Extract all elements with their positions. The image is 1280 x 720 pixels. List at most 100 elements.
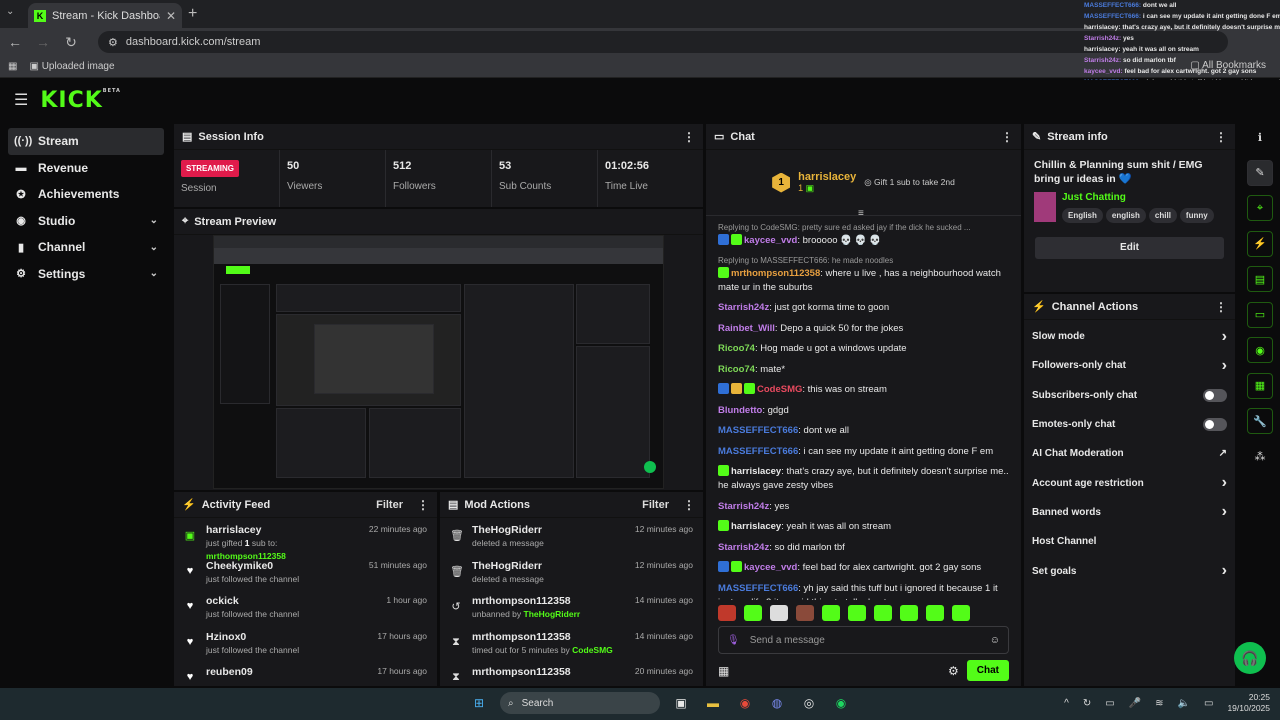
chat-message[interactable]: Replying to CodeSMG: pretty sure ed aske…: [718, 222, 1009, 248]
mod-action-by[interactable]: CodeSMG: [572, 645, 613, 655]
pinned-gift-banner[interactable]: 1 harrislacey 1 ▣ ◎ Gift 1 sub to take 2…: [706, 150, 1021, 219]
chat-message[interactable]: Replying to MASSEFFECT666: he made noodl…: [718, 255, 1009, 295]
chat-username[interactable]: Rainbet_Will: [718, 323, 775, 334]
mod-action-username[interactable]: mrthompson112358: [472, 631, 625, 644]
tag-chip[interactable]: chill: [1148, 208, 1177, 223]
activity-username[interactable]: harrislacey: [206, 524, 359, 537]
chat-message[interactable]: MASSEFFECT666: yh jay said this tuff but…: [718, 582, 1009, 601]
mod-action-item[interactable]: 🗑 TheHogRiderr deleted a message 12 minutes…: [440, 518, 703, 554]
more-options-icon[interactable]: ⋮: [683, 130, 695, 144]
more-options-icon[interactable]: ⋮: [1215, 300, 1227, 314]
clipboard-icon[interactable]: ▤: [1247, 266, 1273, 292]
tag-chip[interactable]: english: [1105, 208, 1146, 223]
chat-username[interactable]: MASSEFFECT666: [718, 583, 798, 594]
tab-search-icon[interactable]: ⌄: [6, 6, 14, 17]
chevron-down-icon[interactable]: ⌄: [150, 268, 158, 279]
emote-icon[interactable]: [796, 605, 814, 621]
edit-button[interactable]: Edit: [1035, 237, 1224, 259]
sidebar-item-achievements[interactable]: ✪ Achievements: [8, 181, 164, 208]
channel-action-item[interactable]: Slow mode ›: [1024, 322, 1235, 351]
chat-username[interactable]: Starrish24z: [718, 501, 769, 512]
external-link-icon[interactable]: ↗: [1219, 448, 1227, 459]
chat-message[interactable]: Starrish24z: yes: [718, 500, 1009, 514]
layout-icon[interactable]: ▦: [1247, 372, 1273, 399]
wrench-icon[interactable]: 🔧: [1247, 408, 1273, 434]
chat-reply-context[interactable]: Replying to CodeSMG: pretty sure ed aske…: [718, 222, 1009, 233]
chat-username[interactable]: Blundetto: [718, 405, 762, 416]
chevron-down-icon[interactable]: ⌄: [150, 215, 158, 226]
broadcast-icon[interactable]: ◉: [1247, 337, 1273, 363]
chat-username[interactable]: Ricoo74: [718, 364, 755, 375]
chat-message[interactable]: harrislacey: that's crazy aye, but it de…: [718, 465, 1009, 493]
chat-message[interactable]: Blundetto: gdgd: [718, 404, 1009, 418]
volume-icon[interactable]: 🔈: [1178, 698, 1190, 709]
emote-icon[interactable]: [744, 605, 762, 621]
activity-item[interactable]: ▣ harrislacey just gifted 1 sub to: mrthom…: [174, 518, 437, 561]
chat-message[interactable]: kaycee_vvd: feel bad for alex cartwright…: [718, 561, 1009, 575]
chat-bubble-icon[interactable]: ▭: [1247, 301, 1273, 328]
kick-logo[interactable]: KICKBETA: [40, 88, 121, 113]
more-options-icon[interactable]: ⋮: [1001, 130, 1013, 144]
activity-username[interactable]: ockick: [206, 595, 376, 608]
chat-message[interactable]: harrislacey: yeah it was all on stream: [718, 520, 1009, 534]
channel-action-item[interactable]: Host Channel: [1024, 527, 1235, 556]
chat-username[interactable]: kaycee_vvd: [744, 235, 797, 246]
mod-action-username[interactable]: mrthompson112358: [472, 666, 625, 679]
activity-item[interactable]: ♥ ockick just followed the channel 1 hour a…: [174, 589, 437, 625]
emote-icon[interactable]: [952, 605, 970, 621]
collapse-icon[interactable]: ≡: [858, 208, 864, 219]
discord-icon[interactable]: ◍: [766, 692, 788, 714]
windows-start-icon[interactable]: ⊞: [468, 692, 490, 714]
channel-action-item[interactable]: Subscribers-only chat: [1024, 381, 1235, 410]
filter-button[interactable]: Filter: [376, 499, 403, 511]
emote-icon[interactable]: [822, 605, 840, 621]
spotify-icon[interactable]: ◉: [830, 692, 852, 714]
channel-action-item[interactable]: AI Chat Moderation ↗: [1024, 439, 1235, 468]
pencil-icon[interactable]: ✎: [1247, 159, 1273, 186]
bookmark-item[interactable]: ▣ Uploaded image: [29, 61, 114, 72]
mod-action-username[interactable]: mrthompson112358: [472, 595, 625, 608]
category-name[interactable]: Just Chatting: [1062, 192, 1217, 203]
app-icon[interactable]: ◎: [798, 692, 820, 714]
channel-action-item[interactable]: Banned words ›: [1024, 498, 1235, 527]
stream-preview-video[interactable]: [213, 235, 664, 489]
channel-action-item[interactable]: Followers-only chat ›: [1024, 351, 1235, 380]
activity-username[interactable]: Hzinox0: [206, 631, 367, 644]
sidebar-item-studio[interactable]: ◉ Studio ⌄: [8, 208, 164, 235]
chat-settings-icon[interactable]: ⚙: [948, 664, 959, 678]
channel-action-item[interactable]: Emotes-only chat: [1024, 410, 1235, 439]
sidebar-item-revenue[interactable]: ▬ Revenue: [8, 155, 164, 182]
chevron-right-icon[interactable]: ›: [1222, 503, 1227, 521]
chat-message[interactable]: Rainbet_Will: Depo a quick 50 for the jo…: [718, 322, 1009, 336]
battery-icon[interactable]: ▭: [1204, 698, 1213, 709]
more-options-icon[interactable]: ⋮: [1215, 130, 1227, 144]
tray-chevron-icon[interactable]: ^: [1064, 698, 1069, 709]
chat-message[interactable]: CodeSMG: this was on stream: [718, 383, 1009, 397]
mic-tray-icon[interactable]: 🎤: [1129, 698, 1141, 709]
apps-grid-icon[interactable]: ▦: [8, 61, 17, 72]
chat-input[interactable]: 🎙 Send a message ☺: [718, 626, 1009, 654]
chrome-icon[interactable]: ◉: [734, 692, 756, 714]
mod-action-username[interactable]: TheHogRiderr: [472, 560, 625, 573]
chat-reply-context[interactable]: Replying to MASSEFFECT666: he made noodl…: [718, 255, 1009, 266]
chat-message[interactable]: MASSEFFECT666: i can see my update it ai…: [718, 445, 1009, 459]
toggle-switch[interactable]: [1203, 418, 1227, 432]
emote-icon[interactable]: [848, 605, 866, 621]
address-bar[interactable]: ⚙ dashboard.kick.com/stream: [98, 31, 1228, 53]
channel-action-item[interactable]: Account age restriction ›: [1024, 468, 1235, 497]
chevron-right-icon[interactable]: ›: [1222, 328, 1227, 346]
mic-icon[interactable]: 🎙: [727, 635, 740, 646]
wifi-icon[interactable]: ≋: [1155, 698, 1163, 709]
chat-username[interactable]: Starrish24z: [718, 542, 769, 553]
chat-message[interactable]: Ricoo74: mate*: [718, 363, 1009, 377]
reload-icon[interactable]: ↻: [64, 34, 78, 51]
filter-button[interactable]: Filter: [642, 499, 669, 511]
emote-icon[interactable]: [926, 605, 944, 621]
chat-username[interactable]: CodeSMG: [757, 384, 802, 395]
chat-message[interactable]: MASSEFFECT666: dont we all: [718, 424, 1009, 438]
tag-chip[interactable]: English: [1062, 208, 1103, 223]
channel-action-item[interactable]: Set goals ›: [1024, 556, 1235, 585]
mod-action-item[interactable]: ⧗ mrthompson112358 timed out for 5 minutes…: [440, 625, 703, 661]
send-chat-button[interactable]: Chat: [966, 660, 1009, 681]
activity-item[interactable]: ♥ Hzinox0 just followed the channel 17 hour…: [174, 625, 437, 661]
